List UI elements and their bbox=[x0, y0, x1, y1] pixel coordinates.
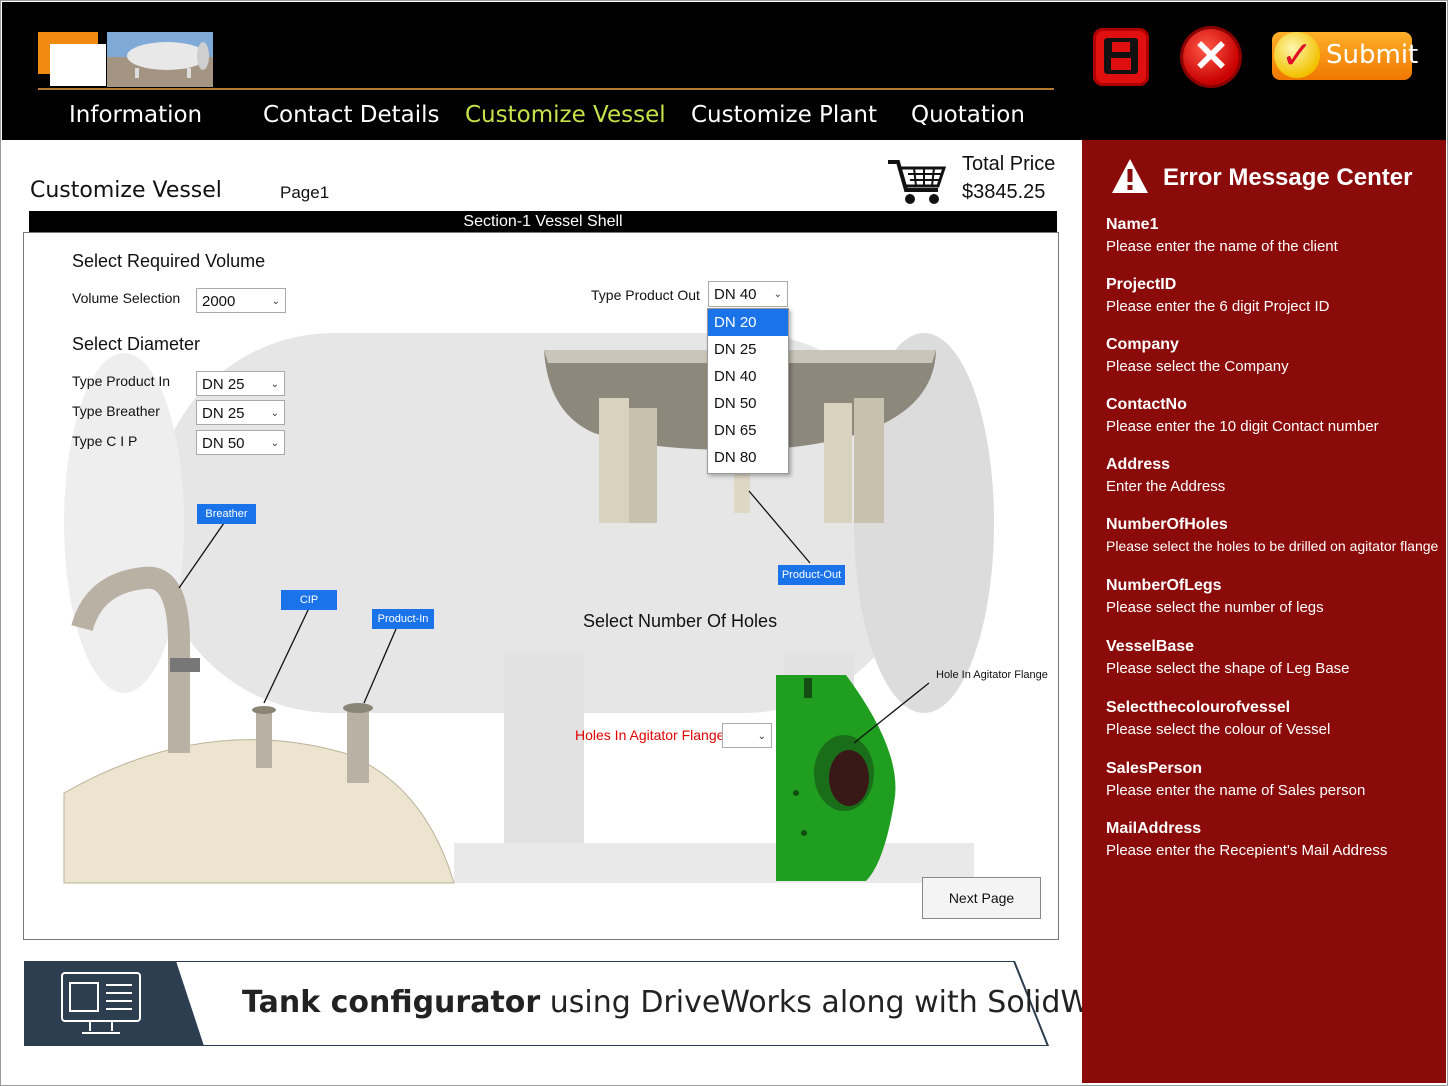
page-title: Customize Vessel bbox=[30, 178, 222, 203]
page-number: Page1 bbox=[280, 183, 330, 202]
error-name: Address bbox=[1106, 456, 1171, 473]
product-out-dropdown-list[interactable]: DN 20 DN 25 DN 40 DN 50 DN 65 DN 80 bbox=[707, 308, 789, 474]
error-name: Name1 bbox=[1106, 216, 1159, 233]
next-page-button[interactable]: Next Page bbox=[922, 877, 1041, 919]
error-name: ProjectID bbox=[1106, 276, 1177, 293]
chevron-down-icon: ⌄ bbox=[270, 379, 279, 390]
type-breather-value: DN 25 bbox=[202, 405, 245, 422]
footer-title-rest: using DriveWorks along with SolidWorks bbox=[549, 985, 1152, 1020]
dropdown-option[interactable]: DN 25 bbox=[708, 336, 788, 363]
checkmark-icon: ✓ bbox=[1274, 32, 1320, 78]
type-product-in-value: DN 25 bbox=[202, 376, 245, 393]
holes-agitator-flange-select[interactable]: ⌄ bbox=[722, 723, 772, 748]
shopping-cart-icon bbox=[888, 160, 947, 204]
error-message: Please select the shape of Leg Base bbox=[1106, 660, 1350, 677]
dropdown-option[interactable]: DN 80 bbox=[708, 444, 788, 471]
volume-selection-label: Volume Selection bbox=[72, 290, 181, 306]
tab-customize-plant[interactable]: Customize Plant bbox=[691, 102, 877, 128]
logo-tank-image bbox=[107, 32, 213, 87]
warning-icon bbox=[1112, 159, 1148, 193]
header-bar: Information Contact Details Customize Ve… bbox=[2, 2, 1446, 140]
error-name: ContactNo bbox=[1106, 396, 1187, 413]
error-center-title: Error Message Center bbox=[1163, 164, 1413, 191]
holes-agitator-flange-label: Holes In Agitator Flange bbox=[575, 727, 725, 743]
submit-label: Submit bbox=[1326, 40, 1419, 70]
tab-quotation[interactable]: Quotation bbox=[911, 102, 1025, 128]
breather-callout: Breather bbox=[197, 504, 256, 524]
type-cip-value: DN 50 bbox=[202, 435, 245, 452]
logo-block bbox=[50, 44, 106, 86]
save-button[interactable] bbox=[1093, 28, 1149, 86]
cancel-button[interactable]: ✕ bbox=[1183, 29, 1239, 85]
close-icon: ✕ bbox=[1192, 32, 1230, 81]
type-product-out-value: DN 40 bbox=[714, 286, 757, 303]
error-message: Please enter the name of the client bbox=[1106, 238, 1338, 255]
error-message: Please select the number of legs bbox=[1106, 599, 1324, 616]
hole-annotation: Hole In Agitator Flange bbox=[936, 669, 1048, 681]
footer-title-bold: Tank configurator bbox=[242, 985, 541, 1020]
total-price-value: $3845.25 bbox=[962, 181, 1046, 203]
product-out-callout: Product-Out bbox=[778, 565, 845, 585]
error-name: SalesPerson bbox=[1106, 760, 1203, 777]
error-message-center: Error Message Center Name1 Please enter … bbox=[1082, 140, 1446, 1083]
volume-heading: Select Required Volume bbox=[72, 251, 266, 271]
total-price-label: Total Price bbox=[962, 153, 1056, 175]
error-name: VesselBase bbox=[1106, 638, 1195, 655]
error-message: Enter the Address bbox=[1106, 478, 1226, 495]
volume-select[interactable]: 2000 ⌄ bbox=[196, 288, 286, 313]
error-message: Please enter the name of Sales person bbox=[1106, 782, 1366, 799]
product-in-callout: Product-In bbox=[372, 609, 434, 629]
vessel-configuration-panel: Select Required Volume Volume Selection … bbox=[23, 232, 1059, 940]
tab-contact-details[interactable]: Contact Details bbox=[263, 102, 440, 128]
type-cip-select[interactable]: DN 50 ⌄ bbox=[196, 430, 285, 455]
error-name: NumberOfHoles bbox=[1106, 516, 1228, 533]
error-message: Please select the holes to be drilled on… bbox=[1106, 538, 1439, 554]
tab-information[interactable]: Information bbox=[69, 102, 202, 128]
error-message: Please enter the Recepient's Mail Addres… bbox=[1106, 842, 1388, 859]
section-title: Section-1 Vessel Shell bbox=[29, 211, 1057, 232]
error-name: Company bbox=[1106, 336, 1179, 353]
error-message: Please select the Company bbox=[1106, 358, 1289, 375]
chevron-down-icon: ⌄ bbox=[773, 289, 782, 300]
error-name: MailAddress bbox=[1106, 820, 1202, 837]
error-name: Selectthecolourofvessel bbox=[1106, 699, 1291, 716]
cip-callout: CIP bbox=[281, 590, 337, 610]
chevron-down-icon: ⌄ bbox=[757, 731, 766, 742]
error-name: NumberOfLegs bbox=[1106, 577, 1222, 594]
footer-title: Tank configurator using DriveWorks along… bbox=[242, 985, 1152, 1020]
type-product-out-label: Type Product Out bbox=[591, 287, 700, 303]
type-product-out-select[interactable]: DN 40 ⌄ bbox=[708, 281, 788, 307]
type-product-in-label: Type Product In bbox=[72, 373, 171, 389]
submit-button[interactable]: ✓ Submit bbox=[1272, 32, 1418, 80]
dropdown-option[interactable]: DN 50 bbox=[708, 390, 788, 417]
floppy-disk-icon bbox=[1104, 38, 1138, 74]
type-cip-label: Type C I P bbox=[72, 433, 138, 449]
error-message: Please enter the 10 digit Contact number bbox=[1106, 418, 1379, 435]
tab-customize-vessel[interactable]: Customize Vessel bbox=[465, 102, 666, 128]
type-breather-select[interactable]: DN 25 ⌄ bbox=[196, 400, 285, 425]
volume-select-value: 2000 bbox=[202, 293, 236, 310]
header-divider bbox=[38, 88, 1054, 90]
diameter-heading: Select Diameter bbox=[72, 334, 201, 354]
chevron-down-icon: ⌄ bbox=[270, 438, 279, 449]
error-message: Please select the colour of Vessel bbox=[1106, 721, 1331, 738]
chevron-down-icon: ⌄ bbox=[271, 296, 280, 307]
dropdown-option[interactable]: DN 65 bbox=[708, 417, 788, 444]
type-breather-label: Type Breather bbox=[72, 403, 160, 419]
chevron-down-icon: ⌄ bbox=[270, 408, 279, 419]
type-product-in-select[interactable]: DN 25 ⌄ bbox=[196, 371, 285, 396]
dropdown-option[interactable]: DN 20 bbox=[708, 309, 788, 336]
holes-heading: Select Number Of Holes bbox=[583, 611, 778, 631]
dropdown-option[interactable]: DN 40 bbox=[708, 363, 788, 390]
error-message: Please enter the 6 digit Project ID bbox=[1106, 298, 1330, 315]
